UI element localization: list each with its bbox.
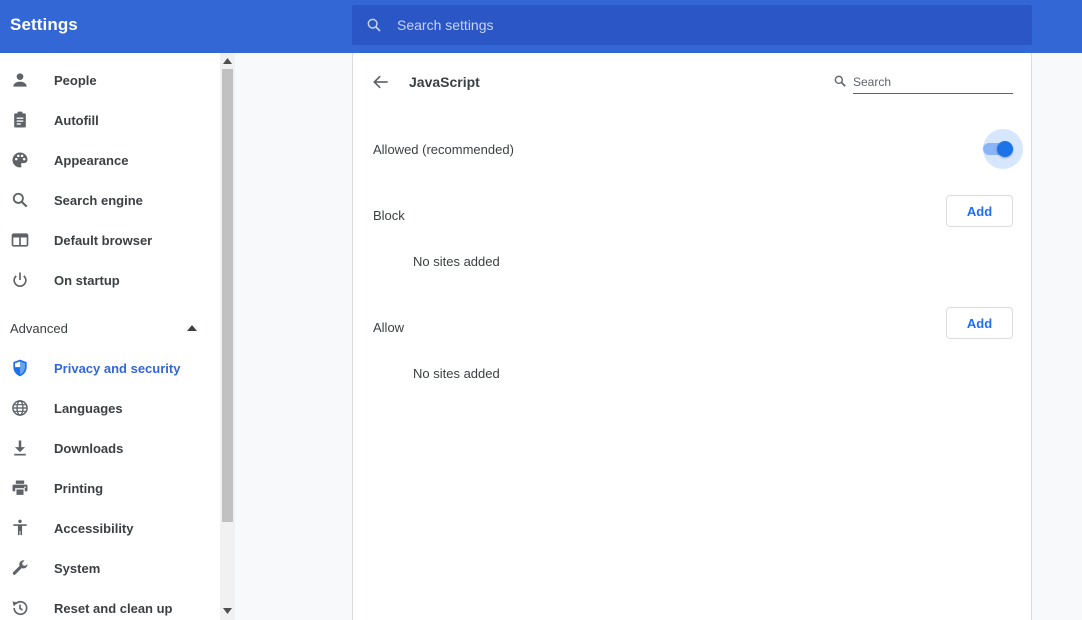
- shield-icon: [10, 358, 30, 378]
- sidebar-item-label: Reset and clean up: [54, 600, 173, 616]
- scroll-down-arrow-icon[interactable]: [223, 608, 232, 614]
- sidebar-item-accessibility[interactable]: Accessibility: [0, 508, 220, 548]
- site-search-input[interactable]: [853, 71, 1013, 94]
- search-icon: [10, 190, 30, 210]
- allowed-label: Allowed (recommended): [373, 142, 514, 157]
- sidebar-item-label: On startup: [54, 272, 120, 288]
- advanced-label: Advanced: [10, 320, 68, 336]
- sidebar-item-label: Printing: [54, 480, 104, 496]
- sidebar-item-downloads[interactable]: Downloads: [0, 428, 220, 468]
- search-icon: [367, 18, 381, 32]
- history-icon: [10, 598, 30, 618]
- sidebar-item-search-engine[interactable]: Search engine: [0, 180, 220, 220]
- page-title: JavaScript: [409, 74, 480, 90]
- sidebar-item-printing[interactable]: Printing: [0, 468, 220, 508]
- sidebar-scrollbar[interactable]: [220, 53, 235, 620]
- allow-section-label: Allow: [373, 320, 405, 335]
- sidebar-item-autofill[interactable]: Autofill: [0, 100, 220, 140]
- clipboard-icon: [10, 110, 30, 130]
- sidebar-item-label: People: [54, 72, 97, 88]
- add-block-site-button[interactable]: Add: [946, 195, 1013, 227]
- sidebar-item-privacy-and-security[interactable]: Privacy and security: [0, 348, 220, 388]
- sidebar-item-label: Autofill: [54, 112, 99, 128]
- scrollbar-thumb[interactable]: [222, 69, 233, 522]
- sidebar: People Autofill Appearance Search engine…: [0, 53, 220, 620]
- back-arrow-icon[interactable]: [371, 72, 391, 92]
- palette-icon: [10, 150, 30, 170]
- sidebar-item-label: Languages: [54, 400, 123, 416]
- printer-icon: [10, 478, 30, 498]
- sidebar-item-label: Downloads: [54, 440, 124, 456]
- block-empty-message: No sites added: [413, 254, 500, 269]
- sidebar-item-label: Accessibility: [54, 520, 134, 536]
- accessibility-icon: [10, 518, 30, 538]
- wrench-icon: [10, 558, 30, 578]
- allow-empty-message: No sites added: [413, 366, 500, 381]
- globe-icon: [10, 398, 30, 418]
- toggle-knob: [997, 141, 1013, 157]
- power-icon: [10, 270, 30, 290]
- allowed-toggle[interactable]: [981, 129, 1023, 169]
- sidebar-item-default-browser[interactable]: Default browser: [0, 220, 220, 260]
- javascript-settings-panel: JavaScript Allowed (recommended) Block A…: [352, 53, 1032, 620]
- browser-window-icon: [10, 230, 30, 250]
- sidebar-item-system[interactable]: System: [0, 548, 220, 588]
- person-icon: [10, 70, 30, 90]
- sidebar-item-label: Search engine: [54, 192, 143, 208]
- sidebar-item-reset-and-clean-up[interactable]: Reset and clean up: [0, 588, 220, 620]
- download-icon: [10, 438, 30, 458]
- settings-search-box[interactable]: [352, 5, 1032, 45]
- caret-up-icon: [187, 325, 197, 331]
- app-title: Settings: [10, 15, 78, 34]
- sidebar-item-label: Privacy and security: [54, 360, 181, 376]
- settings-search-input[interactable]: [397, 17, 897, 33]
- add-allow-site-button[interactable]: Add: [946, 307, 1013, 339]
- sidebar-item-label: Default browser: [54, 232, 153, 248]
- scroll-up-arrow-icon[interactable]: [223, 58, 232, 64]
- search-icon: [834, 75, 846, 87]
- sidebar-item-languages[interactable]: Languages: [0, 388, 220, 428]
- sidebar-item-people[interactable]: People: [0, 60, 220, 100]
- sidebar-item-on-startup[interactable]: On startup: [0, 260, 220, 300]
- top-bar: Settings: [0, 0, 1082, 53]
- sidebar-item-appearance[interactable]: Appearance: [0, 140, 220, 180]
- site-search-box[interactable]: [833, 71, 1013, 94]
- block-section-label: Block: [373, 208, 405, 223]
- sidebar-item-label: Appearance: [54, 152, 129, 168]
- advanced-section-toggle[interactable]: Advanced: [0, 308, 220, 348]
- sidebar-item-label: System: [54, 560, 101, 576]
